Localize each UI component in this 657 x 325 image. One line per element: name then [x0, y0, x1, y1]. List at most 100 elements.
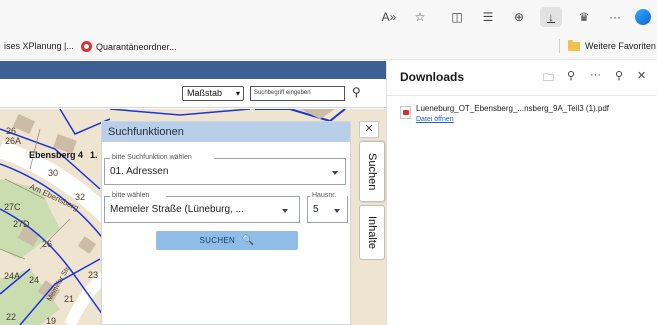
- favorite-xplanung[interactable]: ises XPlanung |...: [4, 41, 74, 51]
- extensions-icon[interactable]: ♛: [573, 7, 595, 27]
- extensions-glyph: ♛: [578, 10, 590, 24]
- downloads-divider: [387, 95, 657, 96]
- map-building: [12, 113, 36, 135]
- tab-suchen[interactable]: Suchen: [359, 141, 385, 202]
- field-border: [307, 196, 308, 222]
- favorite-xplanung-label: ises XPlanung |...: [4, 41, 74, 51]
- other-favorites[interactable]: Weitere Favoriten: [568, 39, 656, 51]
- chevron-down-icon: ▾: [235, 89, 240, 98]
- download-file-name[interactable]: Lueneburg_OT_Ebensberg_...nsberg_9A_Teil…: [416, 104, 609, 113]
- search-downloads-icon[interactable]: ⚲: [567, 69, 575, 82]
- browser-toolbar: A» ☆ ◫ ☰ ⊕ ↓ ♛ ···: [0, 0, 657, 33]
- search-panel: Suchfunktionen bitte Suchfunktion wählen…: [101, 121, 351, 325]
- field-border: [104, 158, 105, 184]
- browser-window: A» ☆ ◫ ☰ ⊕ ↓ ♛ ··· ises XPlanung |... Qu…: [0, 0, 657, 325]
- tab-inhalte-label: Inhalte: [366, 215, 378, 250]
- field-border: [345, 158, 346, 184]
- pdf-file-icon: [400, 106, 411, 119]
- house-legend: Hausnr.: [312, 192, 337, 199]
- search-function-select[interactable]: bitte Suchfunktion wählen 01. Adressen: [104, 154, 350, 186]
- parcel-line: [109, 109, 251, 116]
- field-border: [104, 222, 300, 223]
- street-value: Memeler Straße (Lüneburg, ...: [110, 204, 244, 215]
- search-panel-header: Suchfunktionen: [102, 122, 350, 142]
- quarantine-icon: [81, 41, 92, 52]
- chevron-down-icon: [332, 171, 338, 175]
- street-select[interactable]: bitte wählen Memeler Straße (Lüneburg, .…: [104, 192, 302, 224]
- map-label: 27C: [4, 202, 21, 212]
- open-file-link[interactable]: Datei öffnen: [416, 116, 454, 123]
- search-icon: 🔍: [241, 235, 255, 246]
- map-label: 19: [46, 316, 57, 325]
- field-border: [347, 196, 348, 222]
- function-value: 01. Adressen: [110, 166, 169, 177]
- app-header-band: [0, 61, 386, 79]
- map-label: 1.: [90, 150, 98, 160]
- favorites-list-icon[interactable]: ☰: [477, 7, 499, 27]
- chevron-down-icon: [282, 209, 288, 213]
- field-border: [299, 196, 300, 222]
- pin-icon[interactable]: ⚲: [615, 69, 623, 82]
- close-downloads-icon[interactable]: ✕: [637, 69, 646, 82]
- read-aloud-glyph: A»: [381, 10, 397, 24]
- map-label: 30: [48, 168, 59, 178]
- favorite-star-icon[interactable]: ☆: [409, 7, 431, 27]
- scale-label: Maßstab: [187, 88, 223, 98]
- street-legend: bitte wählen: [112, 192, 150, 199]
- close-icon: ✕: [364, 123, 374, 135]
- field-border: [214, 158, 346, 159]
- favorites-separator: [559, 39, 560, 53]
- split-screen-icon[interactable]: ◫: [446, 7, 468, 27]
- map-label: 27D: [13, 219, 30, 229]
- map-label: 24A: [4, 271, 21, 281]
- copilot-icon[interactable]: [632, 7, 654, 27]
- favorite-quarantaene[interactable]: Quarantäneordner...: [81, 41, 177, 52]
- downloads-title: Downloads: [400, 70, 465, 84]
- search-placeholder: Suchbegriff eingeben: [254, 90, 311, 96]
- field-border: [104, 184, 346, 185]
- downloads-pane: Downloads 🗀 ⚲ ··· ⚲ ✕ Lueneburg_OT_Ebens…: [386, 61, 657, 325]
- star-glyph: ☆: [414, 10, 426, 24]
- search-icon[interactable]: ⚲: [352, 85, 368, 101]
- map-label: 32: [75, 192, 86, 202]
- more-icon[interactable]: ···: [604, 7, 626, 27]
- map-label: 26: [42, 239, 53, 249]
- more-glyph: ···: [609, 10, 621, 24]
- map-label: 26A: [5, 136, 22, 146]
- download-glyph: ↓: [548, 9, 554, 24]
- split-glyph: ◫: [451, 10, 463, 24]
- map-label: 22: [6, 312, 17, 322]
- collections-glyph: ⊕: [513, 10, 525, 24]
- other-favorites-label: Weitere Favoriten: [585, 41, 656, 51]
- field-border: [307, 222, 348, 223]
- read-aloud-icon[interactable]: A»: [378, 7, 400, 27]
- map-label: 26: [6, 126, 17, 136]
- tab-inhalte[interactable]: Inhalte: [359, 205, 385, 260]
- folder-icon: [568, 39, 580, 51]
- close-panel-button[interactable]: ✕: [359, 121, 379, 138]
- scale-select[interactable]: Maßstab ▾: [182, 86, 244, 101]
- map-toolbar: Maßstab ▾ Suchbegriff eingeben ⚲: [0, 79, 386, 108]
- map-label-street: Ebensberg 4: [29, 150, 84, 160]
- map-label: 21: [64, 294, 75, 304]
- open-folder-icon[interactable]: 🗀: [543, 69, 554, 88]
- field-border: [104, 196, 105, 222]
- favorites-bar: ises XPlanung |... Quarantäneordner... W…: [0, 33, 657, 60]
- map-building: [77, 236, 97, 254]
- search-button[interactable]: SUCHEN 🔍: [156, 231, 298, 250]
- search-button-label: SUCHEN: [199, 236, 236, 245]
- chevron-down-icon: [334, 209, 340, 213]
- downloads-icon[interactable]: ↓: [540, 7, 562, 27]
- function-legend: bitte Suchfunktion wählen: [112, 154, 192, 161]
- house-value: 5: [313, 204, 319, 215]
- search-input[interactable]: Suchbegriff eingeben: [250, 86, 345, 101]
- house-number-select[interactable]: Hausnr. 5: [307, 192, 349, 224]
- download-underline: [547, 21, 555, 23]
- map-label: 23: [88, 270, 99, 280]
- favlist-glyph: ☰: [482, 10, 494, 24]
- search-glyph: ⚲: [352, 85, 361, 99]
- more-options-icon[interactable]: ···: [590, 69, 601, 81]
- collections-icon[interactable]: ⊕: [508, 7, 530, 27]
- tab-suchen-label: Suchen: [366, 152, 378, 191]
- map-label: 24: [29, 275, 40, 285]
